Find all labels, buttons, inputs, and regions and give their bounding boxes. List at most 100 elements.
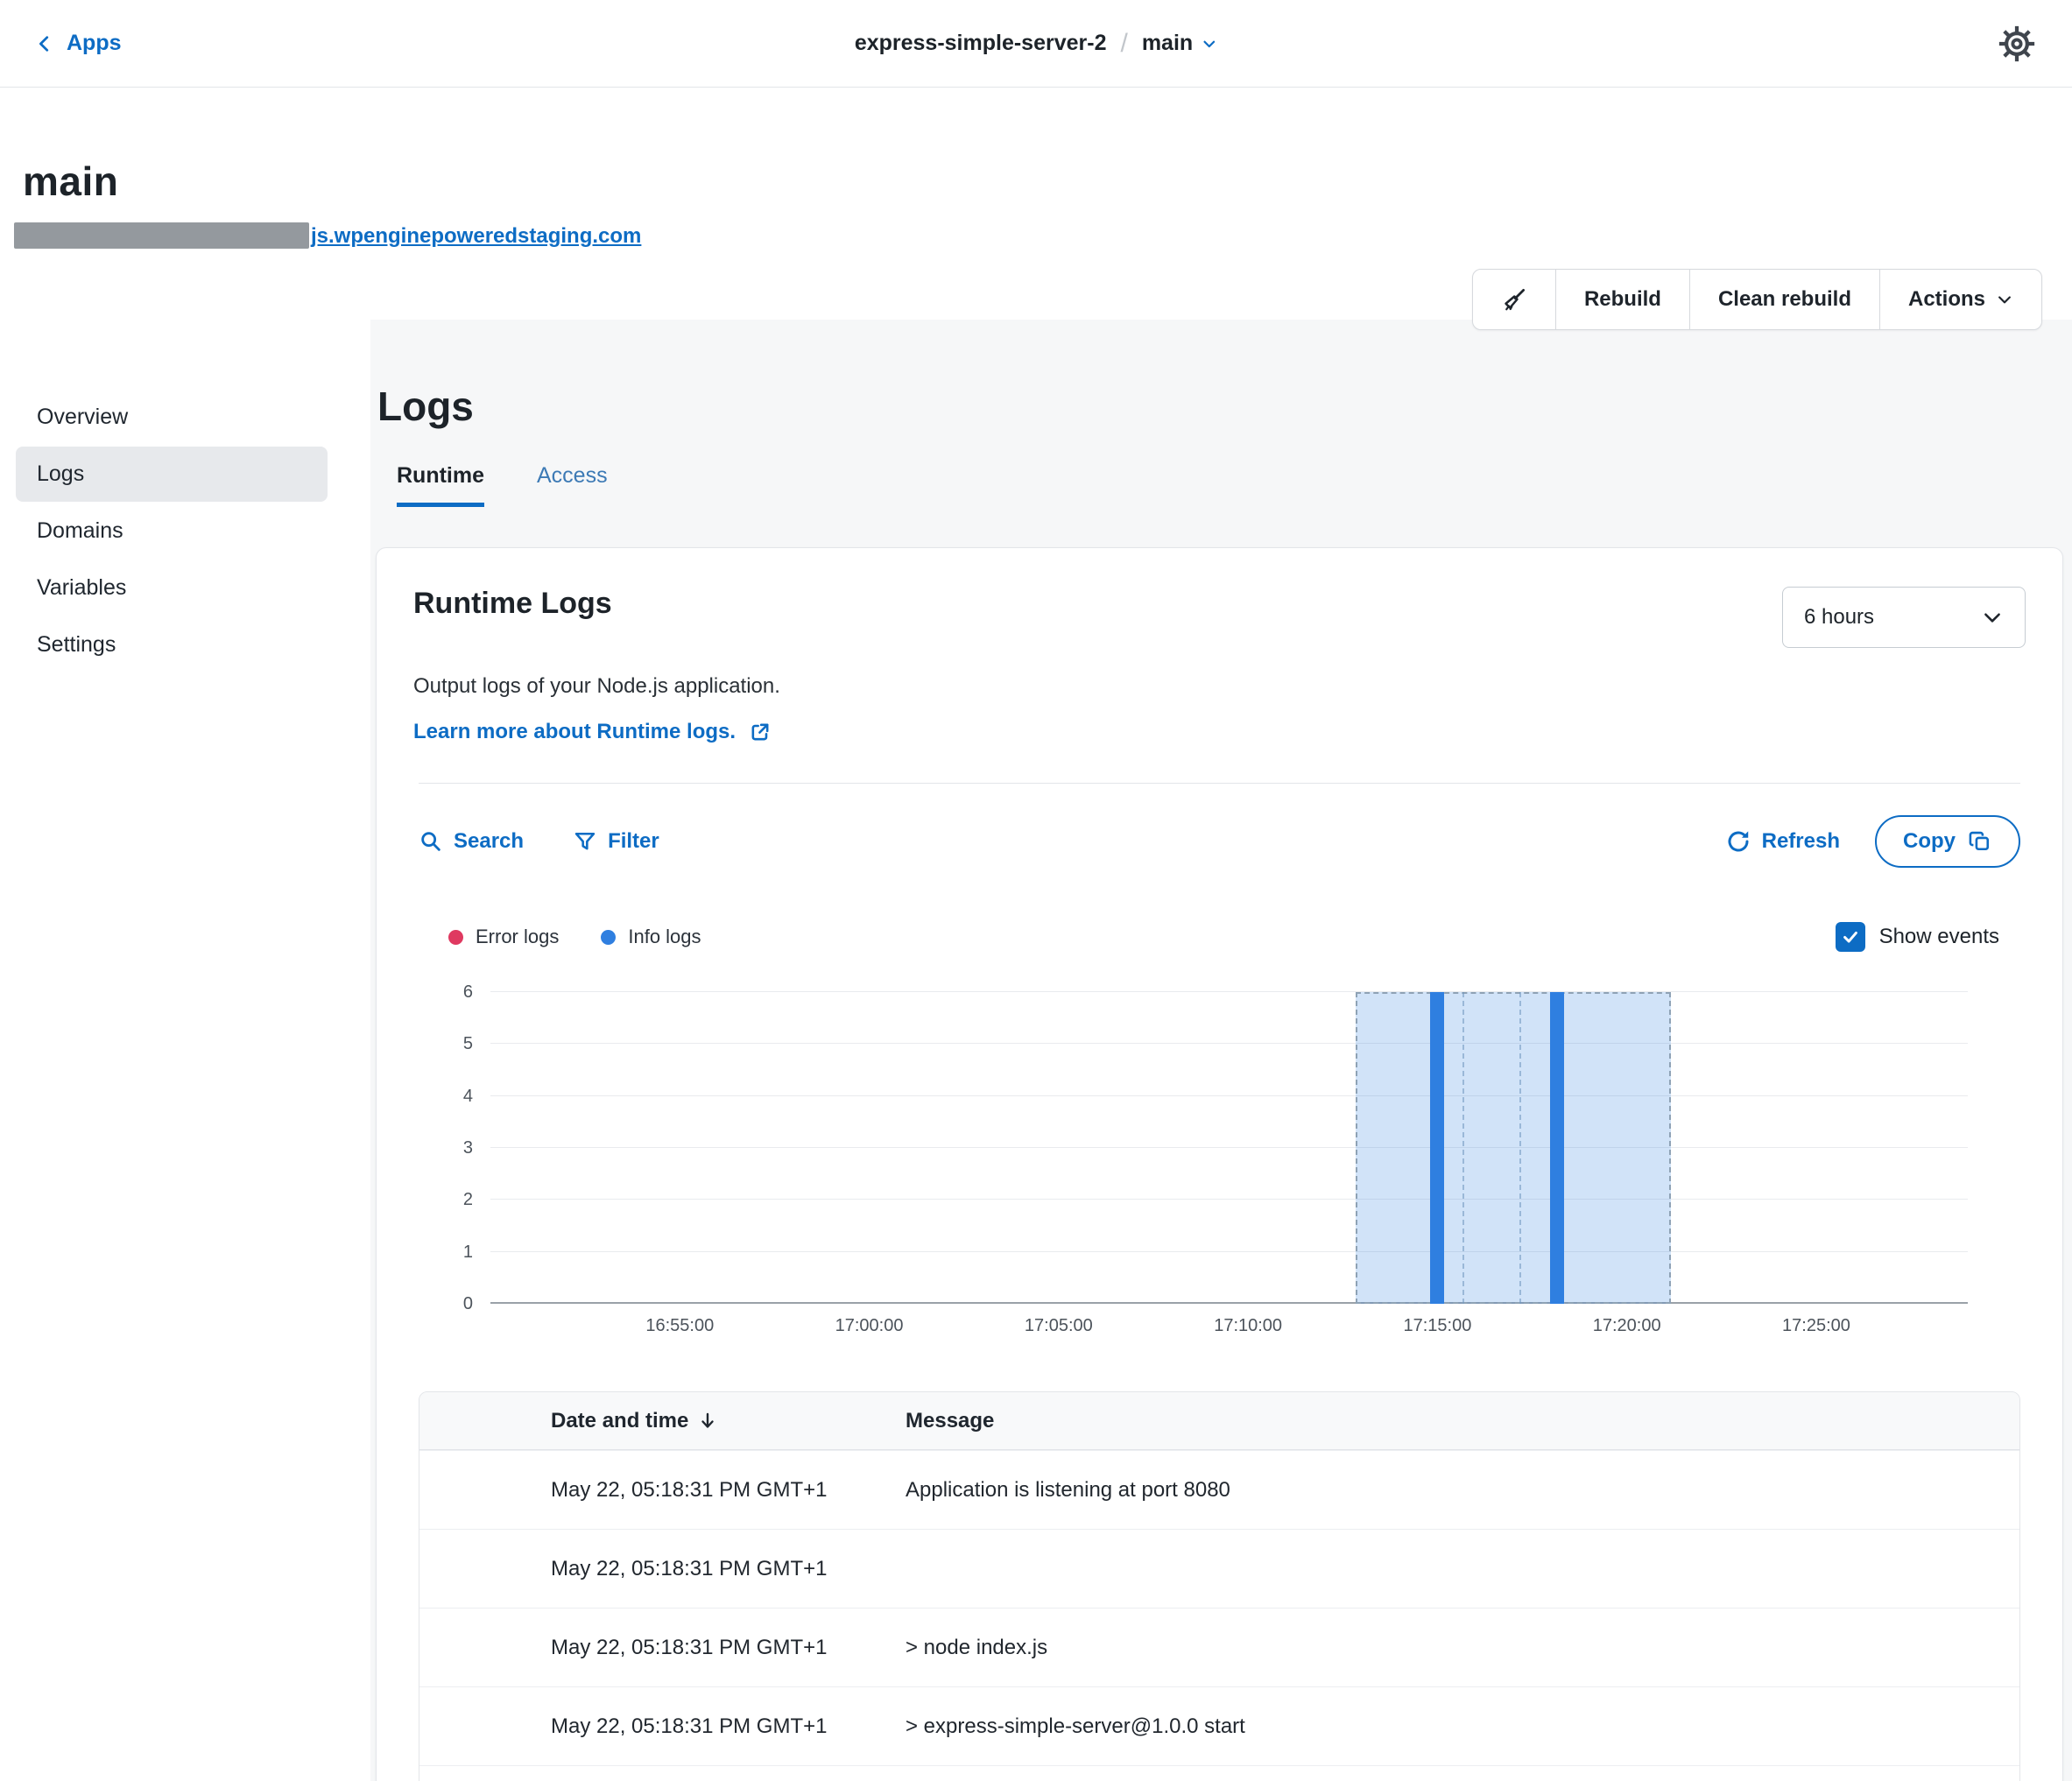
chevron-down-icon [1996, 291, 2013, 308]
legend-item-error: Error logs [448, 926, 559, 948]
y-tick-label: 6 [463, 983, 473, 1001]
gridline [490, 1095, 1968, 1096]
breadcrumb: express-simple-server-2 / main [855, 29, 1217, 59]
table-row: May 22, 05:18:31 PM GMT+1 > node index.j… [419, 1608, 2019, 1686]
log-bar [1430, 992, 1444, 1304]
filter-icon [573, 829, 597, 854]
y-tick-label: 5 [463, 1035, 473, 1052]
refresh-label: Refresh [1762, 829, 1840, 854]
column-header-date[interactable]: Date and time [419, 1409, 906, 1433]
chart-xaxis: 16:55:0017:00:0017:05:0017:10:0017:15:00… [490, 1304, 1968, 1344]
branch-label: main [1142, 31, 1193, 56]
actions-dropdown-button[interactable]: Actions [1879, 270, 2041, 329]
column-header-message: Message [906, 1409, 2019, 1433]
learn-more-label: Learn more about Runtime logs. [413, 720, 736, 744]
x-tick-label: 17:00:00 [835, 1316, 904, 1336]
x-tick-label: 17:05:00 [1025, 1316, 1093, 1336]
tools-left: Search Filter [419, 829, 659, 854]
breadcrumb-app-name: express-simple-server-2 [855, 31, 1107, 56]
chart-legend: Error logs Info logs [448, 926, 701, 948]
show-events-checkbox[interactable] [1836, 922, 1865, 952]
x-tick-label: 17:10:00 [1214, 1316, 1282, 1336]
log-table: Date and time Message May 22, 05:18:31 P… [419, 1391, 2020, 1781]
app-actions-bar: Rebuild Clean rebuild Actions [1472, 269, 2042, 330]
tab-runtime[interactable]: Runtime [397, 463, 484, 507]
error-logs-dot [448, 930, 463, 945]
clean-rebuild-button[interactable]: Clean rebuild [1689, 270, 1879, 329]
filter-button[interactable]: Filter [573, 829, 659, 854]
chevron-down-icon [1202, 36, 1217, 52]
log-message: > express-simple-server@1.0.0 start [906, 1714, 2019, 1739]
search-button[interactable]: Search [419, 829, 524, 854]
x-tick-label: 17:20:00 [1593, 1316, 1661, 1336]
breadcrumb-separator: / [1120, 29, 1127, 59]
sidebar-item-domains[interactable]: Domains [16, 503, 328, 559]
chevron-down-icon [1981, 606, 2004, 629]
external-link-icon [748, 720, 772, 744]
show-events-label: Show events [1879, 925, 1999, 949]
gridline [490, 1043, 1968, 1044]
y-tick-label: 1 [463, 1243, 473, 1261]
chart-legend-row: Error logs Info logs Show events [413, 922, 2026, 952]
error-logs-label: Error logs [476, 926, 559, 948]
y-tick-label: 4 [463, 1088, 473, 1105]
sidebar-item-variables[interactable]: Variables [16, 560, 328, 616]
runtime-logs-chart: 0123456 16:55:0017:00:0017:05:0017:10:00… [413, 992, 2026, 1344]
time-range-select[interactable]: 6 hours [1782, 587, 2026, 648]
sidebar-item-overview[interactable]: Overview [16, 390, 328, 445]
time-range-value: 6 hours [1804, 605, 1874, 630]
back-label: Apps [67, 31, 122, 56]
y-tick-label: 3 [463, 1139, 473, 1157]
y-tick-label: 2 [463, 1191, 473, 1208]
log-date: May 22, 05:18:31 PM GMT+1 [419, 1714, 906, 1739]
settings-gear-button[interactable] [1997, 24, 2037, 64]
app-url-row: js.wpenginepoweredstaging.com [0, 205, 2072, 249]
app-url-link[interactable]: js.wpenginepoweredstaging.com [311, 224, 641, 249]
copy-button[interactable]: Copy [1875, 815, 2020, 868]
chart-plot[interactable]: 0123456 [490, 992, 1968, 1304]
chart-selection-region[interactable] [1356, 992, 1671, 1304]
page-title: Logs [376, 383, 2063, 430]
log-message: > node index.js [906, 1636, 2019, 1660]
gridline [490, 1147, 1968, 1148]
log-date: May 22, 05:18:31 PM GMT+1 [419, 1636, 906, 1660]
rebuild-button[interactable]: Rebuild [1555, 270, 1689, 329]
top-bar: Apps express-simple-server-2 / main [0, 0, 2072, 88]
table-row: May 22, 05:18:31 PM GMT+1 > express-simp… [419, 1686, 2019, 1765]
log-date: May 22, 05:18:31 PM GMT+1 [419, 1557, 906, 1581]
x-tick-label: 17:15:00 [1403, 1316, 1471, 1336]
back-to-apps-link[interactable]: Apps [35, 31, 122, 56]
copy-icon [1968, 829, 1992, 854]
check-icon [1841, 927, 1860, 947]
search-icon [419, 829, 443, 854]
gridline [490, 1199, 1968, 1200]
sort-descending-icon [697, 1411, 718, 1432]
gridline [490, 991, 1968, 992]
branch-title: main [0, 88, 2072, 205]
info-logs-label: Info logs [628, 926, 701, 948]
x-tick-label: 17:25:00 [1782, 1316, 1850, 1336]
table-row: May 22, 05:18:31 PM GMT+1 Application is… [419, 1450, 2019, 1529]
event-marker-line [1462, 992, 1464, 1304]
search-label: Search [454, 829, 524, 854]
refresh-button[interactable]: Refresh [1725, 828, 1840, 855]
actions-label: Actions [1908, 287, 1985, 312]
gridline [490, 1251, 1968, 1252]
sidebar-item-logs[interactable]: Logs [16, 447, 328, 502]
app-header: main js.wpenginepoweredstaging.com Rebui… [0, 88, 2072, 320]
filter-label: Filter [608, 829, 659, 854]
branch-dropdown[interactable]: main [1142, 31, 1217, 56]
copy-label: Copy [1903, 829, 1956, 854]
main-layout: Overview Logs Domains Variables Settings… [0, 320, 2072, 1781]
show-events-toggle[interactable]: Show events [1836, 922, 1999, 952]
sidebar-item-settings[interactable]: Settings [16, 617, 328, 672]
log-message: Application is listening at port 8080 [906, 1478, 2019, 1503]
redacted-url-prefix [14, 222, 309, 249]
sidebar: Overview Logs Domains Variables Settings [0, 320, 370, 1781]
content-area: Logs Runtime Access Runtime Logs 6 hours… [370, 320, 2072, 1781]
tab-access[interactable]: Access [537, 463, 608, 507]
clean-cache-button[interactable] [1473, 270, 1555, 329]
log-tabs: Runtime Access [376, 463, 2063, 507]
learn-more-link[interactable]: Learn more about Runtime logs. [413, 720, 772, 744]
y-tick-label: 0 [463, 1295, 473, 1313]
